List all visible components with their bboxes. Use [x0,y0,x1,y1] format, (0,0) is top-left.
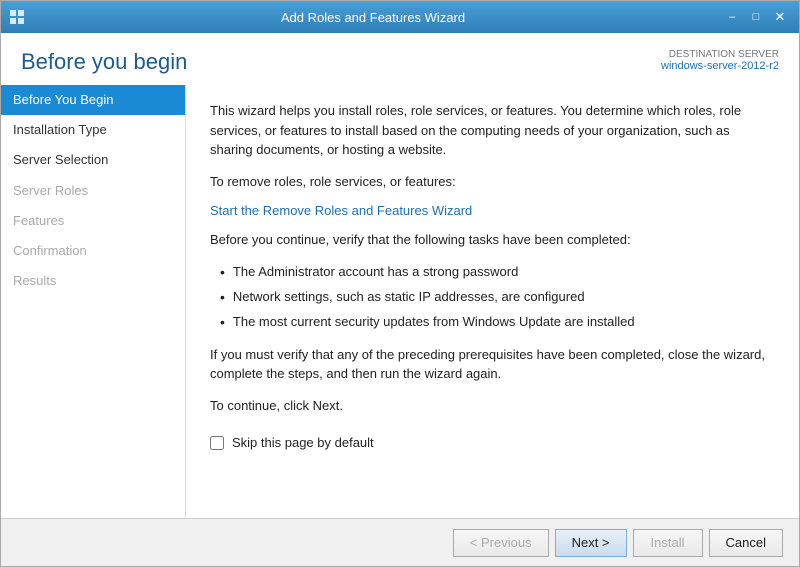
skip-page-label[interactable]: Skip this page by default [232,435,374,450]
skip-page-checkbox[interactable] [210,436,224,450]
sidebar-item-server-selection[interactable]: Server Selection [1,145,185,175]
skip-page-checkbox-area: Skip this page by default [210,435,775,450]
sidebar-item-installation-type[interactable]: Installation Type [1,115,185,145]
install-button[interactable]: Install [633,529,703,557]
sidebar-item-confirmation: Confirmation [1,236,185,266]
bullet-item-2: Network settings, such as static IP addr… [220,287,775,308]
main-content: Before you begin DESTINATION SERVER wind… [1,33,799,518]
sidebar-item-results: Results [1,266,185,296]
bullet-list: The Administrator account has a strong p… [220,262,775,333]
body-area: Before You Begin Installation Type Serve… [1,85,799,518]
cancel-button[interactable]: Cancel [709,529,783,557]
maximize-button[interactable]: □ [745,7,767,27]
wizard-window: Add Roles and Features Wizard ‒ □ ✕ Befo… [0,0,800,567]
titlebar-title: Add Roles and Features Wizard [25,10,721,25]
bullet-item-1: The Administrator account has a strong p… [220,262,775,283]
sidebar-item-server-roles: Server Roles [1,176,185,206]
paragraph3: To continue, click Next. [210,396,775,416]
paragraph1: This wizard helps you install roles, rol… [210,101,775,160]
sidebar-item-before-you-begin[interactable]: Before You Begin [1,85,185,115]
previous-button[interactable]: < Previous [453,529,549,557]
destination-server: DESTINATION SERVER windows-server-2012-r… [661,49,779,72]
bullet-item-3: The most current security updates from W… [220,312,775,333]
sidebar-item-features: Features [1,206,185,236]
paragraph2: If you must verify that any of the prece… [210,345,775,384]
destination-label: DESTINATION SERVER [661,49,779,60]
titlebar: Add Roles and Features Wizard ‒ □ ✕ [1,1,799,33]
titlebar-icon [9,9,25,25]
next-button[interactable]: Next > [555,529,627,557]
remove-roles-label: To remove roles, role services, or featu… [210,172,775,192]
sidebar: Before You Begin Installation Type Serve… [1,85,186,518]
minimize-button[interactable]: ‒ [721,7,743,27]
close-button[interactable]: ✕ [769,7,791,27]
header-area: Before you begin DESTINATION SERVER wind… [1,33,799,85]
footer: < Previous Next > Install Cancel [1,518,799,566]
server-name: windows-server-2012-r2 [661,60,779,72]
titlebar-controls: ‒ □ ✕ [721,7,791,27]
content-panel: This wizard helps you install roles, rol… [186,85,799,518]
page-title: Before you begin [21,49,187,75]
verify-label: Before you continue, verify that the fol… [210,230,775,250]
remove-roles-link[interactable]: Start the Remove Roles and Features Wiza… [210,203,472,218]
